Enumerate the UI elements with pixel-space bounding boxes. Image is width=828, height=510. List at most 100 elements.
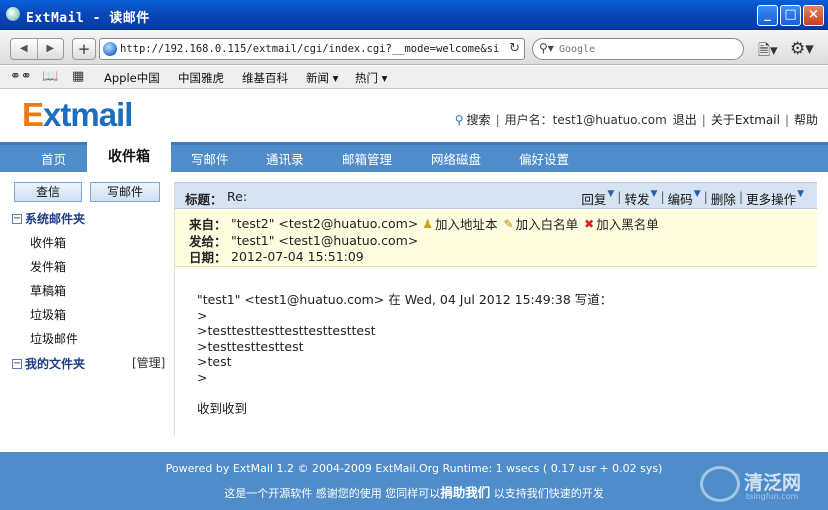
bookmark-wikipedia[interactable]: 维基百科: [242, 70, 288, 86]
system-folders-header[interactable]: − 系统邮件夹: [12, 210, 85, 227]
new-tab-button[interactable]: +: [72, 38, 96, 60]
add-contact-link[interactable]: 加入地址本: [435, 214, 498, 233]
from-value: "test2" <test2@huatuo.com>: [231, 216, 419, 231]
compose-button[interactable]: 写邮件: [90, 182, 160, 202]
search-icon: ⚲▾: [539, 41, 554, 55]
watermark-circle-icon: [700, 466, 740, 502]
tab-contacts[interactable]: 通讯录: [266, 149, 304, 168]
body-line: [197, 385, 612, 401]
folder-spam[interactable]: 垃圾邮件: [30, 330, 78, 347]
search-input[interactable]: [559, 41, 729, 57]
url-input[interactable]: [120, 41, 500, 57]
help-link[interactable]: 帮助: [794, 111, 818, 128]
manage-folders-link[interactable]: [管理]: [132, 354, 165, 371]
my-folders-header[interactable]: − 我的文件夹: [12, 355, 85, 372]
tab-mailbox-manage[interactable]: 邮箱管理: [342, 149, 392, 168]
logo-e: E: [22, 96, 44, 133]
body-line: >: [197, 307, 208, 323]
search-bar[interactable]: ⚲▾: [532, 38, 744, 60]
tab-compose[interactable]: 写邮件: [191, 149, 229, 168]
more-actions-button[interactable]: 更多操作: [746, 189, 796, 208]
folder-trash[interactable]: 垃圾箱: [30, 306, 66, 323]
to-value: "test1" <test1@huatuo.com>: [231, 233, 419, 248]
encoding-button[interactable]: 编码: [668, 189, 693, 208]
bookmark-apple[interactable]: Apple中国: [104, 70, 160, 86]
body-line: >test: [197, 354, 232, 369]
forward-arrow-icon[interactable]: ▶: [38, 39, 64, 59]
footer-text-a: 这是一个开源软件 感谢您的使用 您同样可以: [224, 487, 441, 500]
forward-button[interactable]: 转发: [625, 189, 650, 208]
bookmark-popular[interactable]: 热门 ▾: [355, 70, 387, 86]
gear-icon[interactable]: ⚙▾: [790, 39, 814, 59]
message-body: "test1" <test1@huatuo.com> 在 Wed, 04 Jul…: [197, 292, 612, 416]
folder-inbox[interactable]: 收件箱: [30, 234, 66, 251]
folder-sent[interactable]: 发件箱: [30, 258, 66, 275]
book-icon[interactable]: 📖: [42, 69, 58, 84]
subject-label: 标题：: [185, 192, 223, 207]
collapse-icon[interactable]: −: [12, 213, 22, 224]
minimize-button[interactable]: _: [757, 5, 778, 26]
date-label: 日期：: [189, 250, 227, 265]
username: test1@huatuo.com: [552, 112, 667, 127]
page-menu-icon[interactable]: 🗎▾: [758, 40, 778, 65]
bookmark-news-label: 新闻: [306, 71, 329, 85]
tab-netdisk[interactable]: 网络磁盘: [431, 149, 481, 168]
extmail-logo[interactable]: Extmail: [22, 96, 133, 134]
top-links: ⚲ 搜索 | 用户名： test1@huatuo.com 退出 | 关于Extm…: [454, 111, 818, 128]
subject-bar: 标题： Re: 回复 ▼ | 转发 ▼ | 编码 ▼ | 删除 | 更多操作 ▼: [175, 182, 817, 209]
add-blacklist-link[interactable]: 加入黑名单: [596, 214, 659, 233]
pencil-icon[interactable]: ✎: [504, 217, 514, 231]
date-value: 2012-07-04 15:51:09: [231, 249, 364, 264]
message-header: 来自： "test2" <test2@huatuo.com> ♟ 加入地址本 ✎…: [175, 209, 817, 267]
chevron-down-icon[interactable]: ▼: [651, 189, 658, 208]
about-link[interactable]: 关于Extmail: [711, 111, 780, 128]
check-mail-button[interactable]: 查信: [14, 182, 82, 202]
search-magnifier-icon: ⚲: [454, 112, 464, 127]
watermark-text: 清泛网: [744, 472, 802, 494]
chevron-down-icon[interactable]: ▼: [694, 189, 701, 208]
body-line: >testtesttesttesttesttesttest: [197, 323, 376, 338]
reading-glasses-icon[interactable]: ⚭⚭: [10, 69, 32, 84]
back-forward-group: ◀ ▶: [10, 38, 64, 60]
red-x-icon[interactable]: ✖: [584, 217, 594, 231]
grid-icon[interactable]: ▦: [72, 69, 84, 84]
bookmark-yahoo[interactable]: 中国雅虎: [178, 70, 224, 86]
watermark-subtext: tsingfun.com: [746, 492, 799, 501]
chevron-down-icon[interactable]: ▼: [607, 189, 614, 208]
address-bar[interactable]: ↻: [99, 38, 525, 60]
bookmark-news[interactable]: 新闻 ▾: [306, 70, 338, 86]
message-panel: 标题： Re: 回复 ▼ | 转发 ▼ | 编码 ▼ | 删除 | 更多操作 ▼ 来自： "te…: [174, 182, 817, 436]
watermark-logo: 清泛网 tsingfun.com: [700, 462, 824, 506]
main-tabs: 首页 收件箱 写邮件 通讯录 邮箱管理 网络磁盘 偏好设置: [0, 142, 828, 172]
date-row: 日期： 2012-07-04 15:51:09: [189, 247, 364, 266]
tab-home[interactable]: 首页: [41, 149, 66, 168]
folder-sidebar: 查信 写邮件 − 系统邮件夹 收件箱 发件箱 草稿箱 垃圾箱 垃圾邮件 − 我的文件…: [0, 172, 172, 452]
donate-link[interactable]: 捐助我们: [440, 485, 490, 500]
globe-icon: [103, 42, 117, 56]
window-titlebar: ExtMail - 读邮件 _ □ ×: [0, 0, 828, 30]
collapse-icon[interactable]: −: [12, 358, 22, 369]
browser-globe-icon: [6, 7, 20, 21]
tab-preferences[interactable]: 偏好设置: [519, 149, 569, 168]
logout-link[interactable]: 退出: [673, 111, 697, 128]
reload-icon[interactable]: ↻: [509, 41, 520, 56]
message-actions: 回复 ▼ | 转发 ▼ | 编码 ▼ | 删除 | 更多操作 ▼: [581, 189, 804, 208]
bookmark-popular-label: 热门: [355, 71, 378, 85]
reply-button[interactable]: 回复: [581, 189, 606, 208]
back-arrow-icon[interactable]: ◀: [11, 39, 38, 59]
browser-toolbar: ◀ ▶ + ↻ ⚲▾ 🗎▾ ⚙▾: [0, 31, 828, 65]
subject-value: Re:: [227, 189, 248, 204]
body-line: >testtesttesttest: [197, 338, 304, 354]
delete-button[interactable]: 删除: [711, 189, 736, 208]
chevron-down-icon[interactable]: ▼: [797, 189, 804, 208]
folder-drafts[interactable]: 草稿箱: [30, 282, 66, 299]
webmail-page: Extmail ⚲ 搜索 | 用户名： test1@huatuo.com 退出 …: [0, 90, 828, 510]
system-folders-label: 系统邮件夹: [25, 212, 86, 226]
maximize-button[interactable]: □: [780, 5, 801, 26]
address-book-icon[interactable]: ♟: [422, 217, 433, 231]
tab-inbox[interactable]: 收件箱: [87, 142, 171, 172]
close-button[interactable]: ×: [803, 5, 824, 26]
username-label: 用户名：: [504, 113, 553, 127]
search-link[interactable]: 搜索: [467, 111, 491, 128]
add-whitelist-link[interactable]: 加入白名单: [516, 214, 579, 233]
